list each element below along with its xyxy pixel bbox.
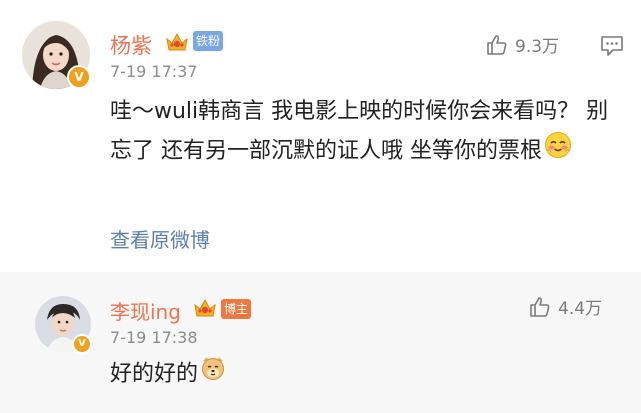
comment-item: V 杨紫 铁粉 7-19 17:37 9.3万 哇～wuli韩商言 我电影上映的… [0, 0, 641, 272]
comment-body: 哇～wuli韩商言 我电影上映的时候你会来看吗？ 别忘了 还有另一部沉默的证人哦… [110, 99, 609, 164]
like-count: 9.3万 [515, 37, 560, 57]
blush-emoji [544, 131, 572, 172]
like-count: 4.4万 [558, 299, 603, 319]
crown-icon [193, 297, 217, 323]
comment-text: 哇～wuli韩商言 我电影上映的时候你会来看吗？ 别忘了 还有另一部沉默的证人哦… [110, 93, 625, 172]
commenter-name[interactable]: 杨紫 [110, 30, 152, 60]
verified-badge: V [72, 334, 92, 354]
view-original-link[interactable]: 查看原微博 [110, 224, 210, 253]
like-button[interactable]: 4.4万 [528, 294, 602, 319]
crown-icon [165, 31, 189, 57]
reply-icon[interactable] [599, 34, 625, 62]
commenter-name[interactable]: 李现ing [110, 296, 181, 325]
verified-badge: V [67, 65, 91, 89]
comment-text: 好的好的 [110, 355, 610, 394]
timestamp: 7-19 17:37 [110, 62, 198, 81]
host-badge: 博主 [221, 299, 252, 319]
timestamp: 7-19 17:38 [110, 328, 198, 347]
dog-emoji [200, 355, 226, 394]
thumbs-up-icon [530, 296, 550, 317]
comment-body: 好的好的 [110, 361, 199, 387]
fan-badge: 铁粉 [193, 31, 224, 51]
thumbs-up-icon [487, 34, 507, 55]
like-button[interactable]: 9.3万 [485, 32, 559, 57]
